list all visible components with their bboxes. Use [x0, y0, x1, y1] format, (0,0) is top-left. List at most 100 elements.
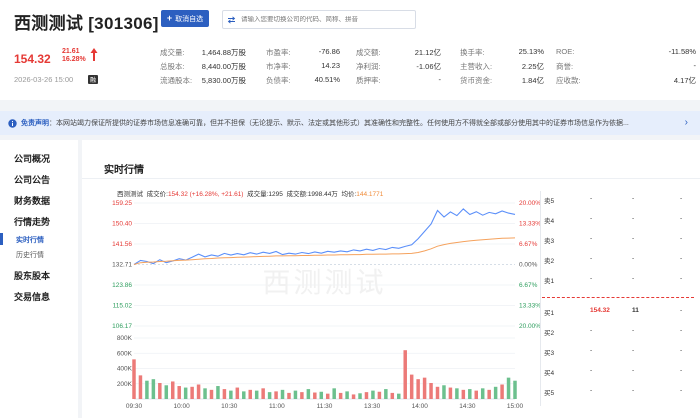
sidebar-item[interactable]: 实时行情	[16, 235, 44, 245]
time-tick-label: 09:30	[126, 403, 143, 410]
orderbook-qty: -	[632, 387, 635, 394]
orderbook-row: 卖3 - - -	[540, 235, 700, 247]
stock-search-box[interactable]	[222, 10, 416, 29]
volume-bar	[293, 390, 298, 399]
stat-value: -	[438, 75, 442, 84]
remove-favorite-button[interactable]: + 取消自选	[161, 10, 209, 27]
volume-bar	[358, 393, 362, 399]
stat-item: 成交额: 21.12亿	[356, 47, 441, 59]
stat-label: 成交量:	[160, 48, 185, 57]
percent-tick-label: 20.00%	[519, 200, 541, 207]
stat-label: ROE:	[556, 47, 575, 56]
average-price-line	[133, 237, 516, 265]
volume-bar	[416, 379, 420, 399]
orderbook-row: 卖1 - - -	[540, 275, 700, 287]
volume-bar	[319, 391, 324, 399]
sidebar-item[interactable]: 行情走势	[14, 215, 50, 228]
volume-bar	[422, 377, 427, 399]
volume-bar	[287, 392, 291, 399]
orderbook-level: 买4	[544, 370, 555, 377]
stat-value: -1.06亿	[416, 62, 441, 71]
stat-item: 市盈率: -76.86	[266, 47, 340, 59]
stat-value: -76.86	[318, 47, 340, 56]
realtime-quote-panel: 实时行情 西测测试 159.25 150.40 141.56 132.71 123.86 1…	[82, 140, 700, 418]
stat-item: 质押率: -	[356, 75, 441, 87]
legend-amount-value: 1998.44万	[307, 191, 338, 198]
volume-bar	[254, 390, 259, 399]
percent-tick-label: 13.33%	[519, 221, 541, 228]
orderbook-qty: -	[632, 275, 635, 282]
volume-bar	[177, 386, 181, 399]
sidebar-item[interactable]: 公司概况	[14, 152, 50, 165]
orderbook-price: 154.32	[590, 307, 610, 314]
sidebar-item[interactable]: 交易信息	[14, 290, 50, 303]
volume-tick-label: 200K	[117, 381, 133, 388]
volume-tick-label: 600K	[117, 350, 133, 357]
chevron-right-icon[interactable]: ›	[685, 117, 688, 128]
orderbook-qty: -	[632, 215, 635, 222]
volume-bar	[371, 390, 375, 399]
volume-bar	[132, 359, 136, 399]
orderbook-change: -	[680, 307, 683, 314]
price-line	[133, 208, 516, 265]
change-amount: 21.61	[62, 48, 80, 55]
price-tick-label: 115.02	[113, 303, 133, 310]
volume-bar	[397, 393, 401, 399]
volume-bar	[390, 392, 395, 399]
price-tick-label: 123.86	[112, 282, 132, 289]
price-tick-label: 141.56	[112, 241, 132, 248]
stat-value: 2.25亿	[521, 62, 544, 71]
chart-legend: 西测测试 成交价:154.32 (+16.28%, +21.61) 成交量:12…	[117, 188, 383, 198]
stat-value: -	[693, 61, 697, 70]
stock-search-input[interactable]	[241, 16, 411, 23]
volume-bar	[151, 379, 156, 399]
volume-bar	[235, 387, 240, 399]
stat-item: 换手率: 25.13%	[460, 47, 544, 59]
percent-tick-label: 20.00%	[519, 323, 541, 330]
orderbook-qty: -	[632, 367, 635, 374]
volume-bar	[261, 388, 265, 399]
active-indicator	[0, 233, 3, 245]
percent-tick-label: 6.67%	[519, 282, 538, 289]
stat-label: 净利润:	[356, 62, 381, 71]
orderbook-change: -	[680, 367, 683, 374]
stat-label: 市净率:	[266, 62, 291, 71]
orderbook-level: 买5	[544, 390, 555, 397]
volume-bar	[345, 391, 349, 399]
stock-title: 西测测试 [301306]	[14, 14, 159, 33]
sidebar-item[interactable]: 公司公告	[14, 173, 50, 186]
orderbook-qty: -	[632, 347, 635, 354]
orderbook-row: 卖2 - - -	[540, 255, 700, 267]
volume-bar	[274, 391, 278, 399]
stat-value: 8,440.00万股	[201, 62, 246, 71]
stat-label: 货币资金:	[460, 76, 493, 85]
orderbook-level: 买2	[544, 330, 555, 337]
stat-value: 14.23	[321, 61, 340, 70]
sidebar-item[interactable]: 历史行情	[16, 250, 44, 260]
orderbook-change: -	[680, 215, 683, 222]
volume-tick-label: 800K	[117, 335, 133, 342]
time-tick-label: 13:30	[364, 403, 381, 410]
orderbook-row: 卖4 - - -	[540, 215, 700, 227]
orderbook-change: -	[680, 255, 683, 262]
orderbook-qty: -	[632, 255, 635, 262]
stat-value: 25.13%	[518, 47, 544, 56]
volume-bar	[487, 389, 491, 399]
stat-value: -11.58%	[668, 47, 696, 56]
stat-value: 4.17亿	[673, 76, 696, 85]
stat-label: 成交额:	[356, 48, 381, 57]
volume-bar	[145, 380, 149, 399]
volume-bar	[183, 387, 188, 399]
orderbook-qty: -	[632, 327, 635, 334]
sidebar-item[interactable]: 财务数据	[14, 194, 50, 207]
swap-icon	[227, 15, 236, 24]
orderbook-separator	[540, 191, 541, 406]
change-percent: 16.28%	[62, 56, 86, 63]
sidebar-item[interactable]: 股东股本	[14, 269, 50, 282]
orderbook-qty: -	[632, 195, 635, 202]
volume-bar	[468, 389, 472, 399]
orderbook-level: 卖4	[544, 218, 555, 225]
volume-bar	[229, 390, 233, 399]
volume-bar	[306, 389, 311, 399]
orderbook-row: 买3 - - -	[540, 347, 700, 359]
